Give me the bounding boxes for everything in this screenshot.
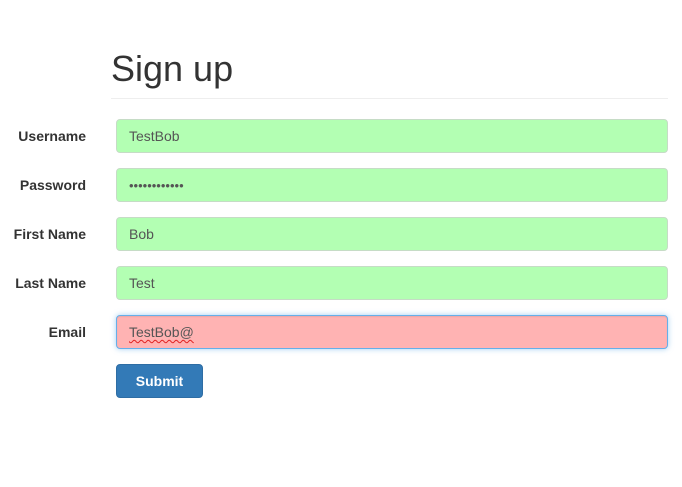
first-name-input[interactable]: Bob bbox=[116, 217, 668, 251]
username-value: TestBob bbox=[129, 128, 180, 144]
signup-page: Sign up Username TestBob Password ••••••… bbox=[0, 0, 682, 487]
first-name-label: First Name bbox=[13, 226, 86, 242]
username-input[interactable]: TestBob bbox=[116, 119, 668, 153]
title-divider bbox=[111, 98, 668, 99]
password-input[interactable]: •••••••••••• bbox=[116, 168, 668, 202]
first-name-row: First Name Bob bbox=[0, 217, 682, 251]
password-row: Password •••••••••••• bbox=[0, 168, 682, 202]
submit-button[interactable]: Submit bbox=[116, 364, 203, 398]
last-name-label: Last Name bbox=[15, 275, 86, 291]
email-row: Email TestBob@ bbox=[0, 315, 682, 349]
page-title: Sign up bbox=[111, 48, 234, 89]
username-label: Username bbox=[18, 128, 86, 144]
username-row: Username TestBob bbox=[0, 119, 682, 153]
last-name-row: Last Name Test bbox=[0, 266, 682, 300]
last-name-value: Test bbox=[129, 275, 155, 291]
email-value: TestBob@ bbox=[129, 324, 194, 340]
password-value: •••••••••••• bbox=[129, 178, 184, 193]
password-label: Password bbox=[19, 177, 86, 193]
email-label: Email bbox=[48, 324, 86, 340]
email-input[interactable]: TestBob@ bbox=[116, 315, 668, 349]
first-name-value: Bob bbox=[129, 226, 154, 242]
last-name-input[interactable]: Test bbox=[116, 266, 668, 300]
